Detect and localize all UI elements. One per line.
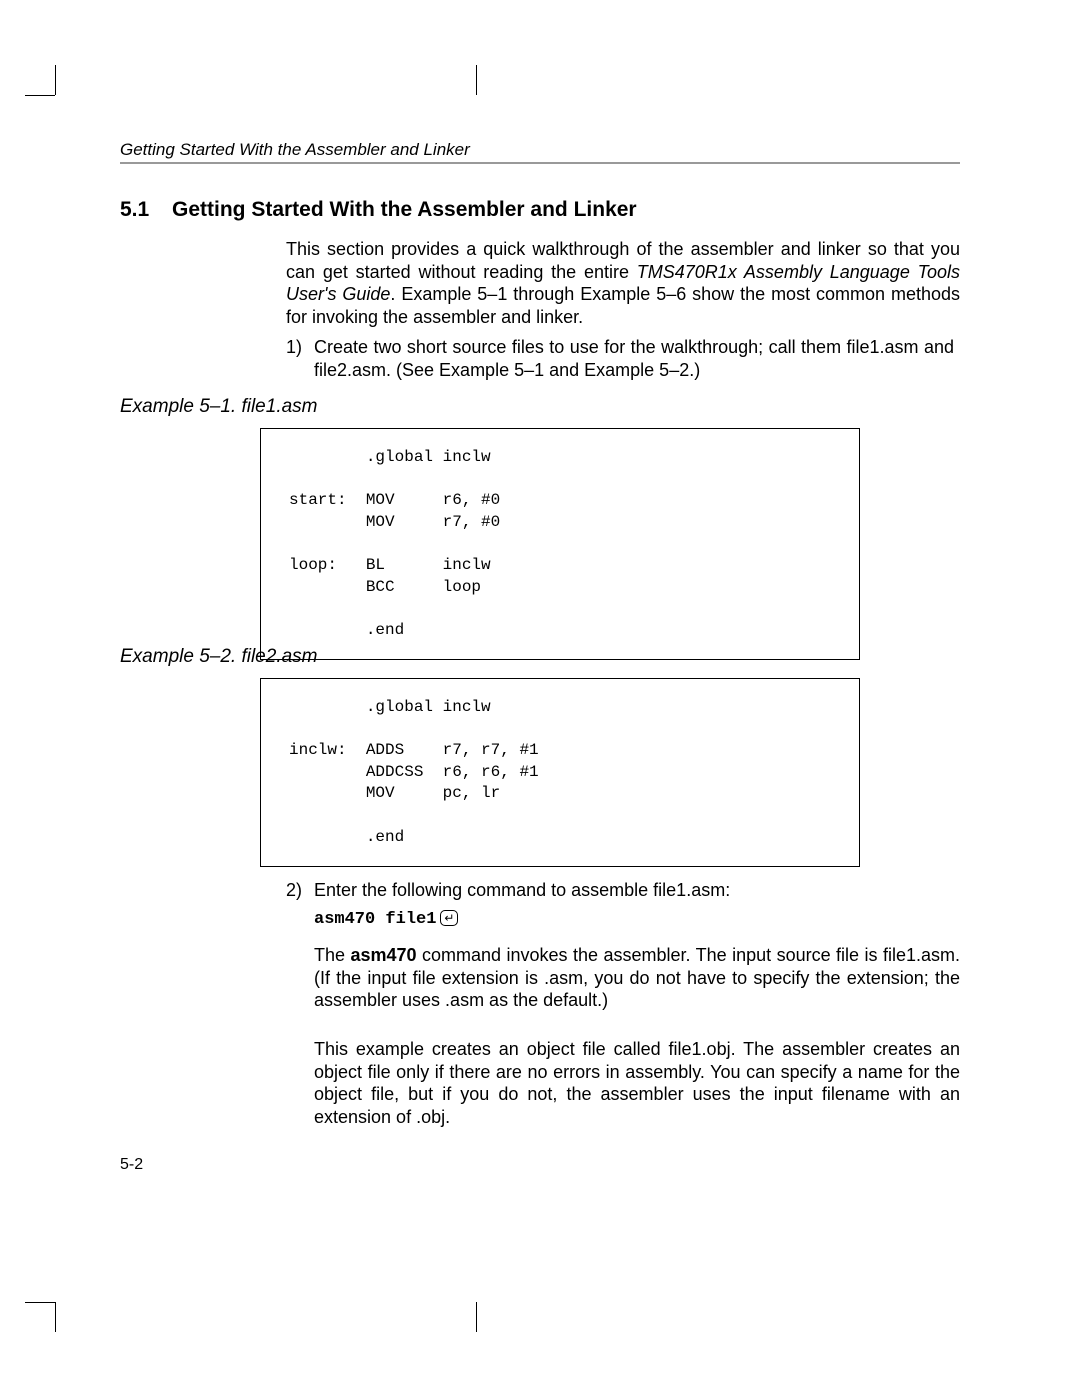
step-2-paragraph-1: The asm470 command invokes the assembler… (314, 944, 960, 1012)
section-title: Getting Started With the Assembler and L… (172, 198, 637, 222)
crop-mark (25, 1302, 55, 1303)
step-2-lead: Enter the following command to assemble … (314, 879, 954, 902)
example-2-label: Example 5–2. file2.asm (120, 646, 318, 668)
command-text: asm470 file1 (314, 910, 436, 929)
enter-key-icon: ↵ (440, 910, 458, 926)
crop-mark (476, 65, 477, 95)
intro-paragraph: This section provides a quick walkthroug… (286, 238, 960, 346)
example-1-label: Example 5–1. file1.asm (120, 396, 318, 418)
command-line: asm470 file1↵ (314, 910, 458, 929)
p2b-cmd: asm470 (350, 945, 416, 965)
p2a: The (314, 945, 350, 965)
crop-mark (476, 1302, 477, 1332)
step-2-paragraph-2: This example creates an object file call… (314, 1038, 960, 1128)
step-1-number: 1) (286, 336, 314, 359)
crop-mark (55, 65, 56, 95)
step-1: 1)Create two short source files to use f… (286, 336, 960, 381)
page: Getting Started With the Assembler and L… (0, 0, 1080, 1397)
crop-mark (55, 1302, 56, 1332)
crop-mark (25, 95, 55, 96)
step-2-number: 2) (286, 879, 314, 902)
header-rule (120, 162, 960, 164)
example-2-code: .global inclw inclw: ADDS r7, r7, #1 ADD… (260, 678, 860, 867)
step-1-text: Create two short source files to use for… (314, 336, 954, 381)
running-header: Getting Started With the Assembler and L… (120, 140, 470, 160)
example-1-code: .global inclw start: MOV r6, #0 MOV r7, … (260, 428, 860, 660)
step-2: 2)Enter the following command to assembl… (286, 879, 960, 902)
page-number: 5-2 (120, 1156, 143, 1174)
section-number: 5.1 (120, 198, 149, 222)
